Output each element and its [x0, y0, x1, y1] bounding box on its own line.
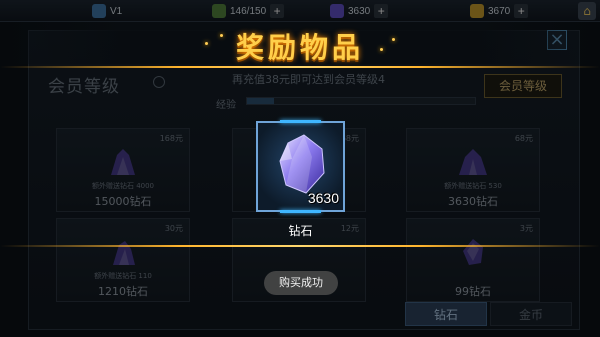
diamond-icon — [279, 134, 325, 194]
reward-item-count: 3630 — [307, 190, 339, 206]
purchase-success-toast: 购买成功 — [264, 271, 338, 295]
slot-highlight-top — [280, 120, 321, 123]
gold-divider-bottom — [0, 245, 600, 247]
sparkle-icon — [220, 34, 223, 37]
sparkle-icon — [380, 48, 383, 51]
gold-divider-top — [0, 66, 600, 68]
reward-item-name: 钻石 — [288, 224, 313, 238]
slot-highlight-bottom — [280, 210, 321, 213]
sparkle-icon — [392, 38, 395, 41]
reward-item-slot: 3630 — [256, 120, 345, 213]
reward-title: 奖励物品 — [235, 31, 364, 64]
sparkle-icon — [205, 42, 208, 45]
